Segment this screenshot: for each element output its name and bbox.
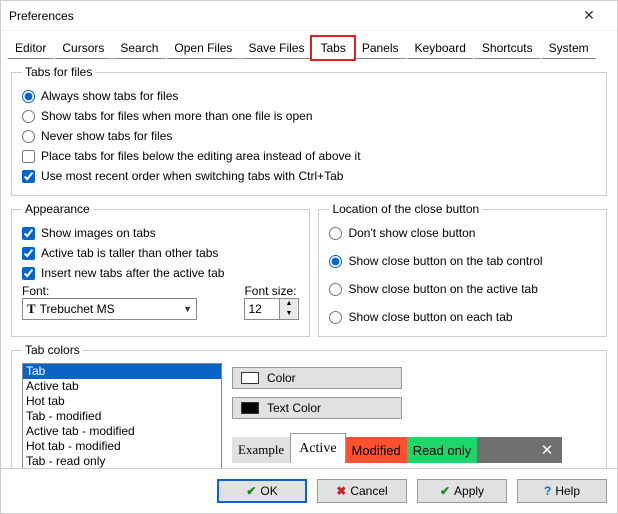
color-swatch <box>241 372 259 384</box>
radio-never-show[interactable]: Never show tabs for files <box>22 127 596 145</box>
close-icon[interactable]: ✕ <box>569 7 609 24</box>
tab-colors-group: Tab colors Tab Active tab Hot tab Tab - … <box>11 343 607 468</box>
check-active-taller[interactable]: Active tab is taller than other tabs <box>22 244 299 262</box>
tab-cursors[interactable]: Cursors <box>54 37 112 59</box>
radio-always-show[interactable]: Always show tabs for files <box>22 87 596 105</box>
font-size-spinner[interactable]: ▲▼ <box>244 298 299 320</box>
appearance-group: Appearance Show images on tabs Active ta… <box>11 202 310 337</box>
font-label: Font: <box>22 284 234 298</box>
button-bar: ✔OK ✖Cancel ✔Apply ?Help <box>1 468 617 513</box>
preferences-window: Preferences ✕ Editor Cursors Search Open… <box>0 0 618 514</box>
apply-button[interactable]: ✔Apply <box>417 479 507 503</box>
list-item[interactable]: Active tab - modified <box>23 424 221 439</box>
example-readonly-tab: Read only <box>407 437 478 463</box>
chevron-down-icon: ▼ <box>183 304 192 314</box>
list-item[interactable]: Tab - modified <box>23 409 221 424</box>
color-button-label: Color <box>267 371 296 385</box>
ok-button[interactable]: ✔OK <box>217 479 307 503</box>
list-item[interactable]: Active tab <box>23 379 221 394</box>
check-mru-order[interactable]: Use most recent order when switching tab… <box>22 167 596 185</box>
preference-tabs: Editor Cursors Search Open Files Save Fi… <box>1 31 617 59</box>
example-modified-tab: Modified <box>346 437 407 463</box>
radio-close-none[interactable]: Don't show close button <box>329 224 596 242</box>
font-icon: T <box>27 301 36 317</box>
list-item[interactable]: Hot tab <box>23 394 221 409</box>
check-icon: ✔ <box>246 484 256 498</box>
example-close-icon[interactable]: ✕ <box>534 437 560 463</box>
check-tabs-below[interactable]: Place tabs for files below the editing a… <box>22 147 596 165</box>
font-select[interactable]: T Trebuchet MS ▼ <box>22 298 197 320</box>
radio-close-tabcontrol[interactable]: Show close button on the tab control <box>329 252 596 270</box>
help-button[interactable]: ?Help <box>517 479 607 503</box>
text-color-swatch <box>241 402 259 414</box>
list-item[interactable]: Tab - read only <box>23 454 221 468</box>
x-icon: ✖ <box>336 484 346 498</box>
appearance-legend: Appearance <box>22 202 93 216</box>
check-show-images[interactable]: Show images on tabs <box>22 224 299 242</box>
titlebar: Preferences ✕ <box>1 1 617 31</box>
radio-close-active[interactable]: Show close button on the active tab <box>329 280 596 298</box>
tabs-for-files-legend: Tabs for files <box>22 65 95 79</box>
tab-panels[interactable]: Panels <box>354 37 407 59</box>
tab-open-files[interactable]: Open Files <box>166 37 240 59</box>
cancel-button[interactable]: ✖Cancel <box>317 479 407 503</box>
tab-search[interactable]: Search <box>112 37 166 59</box>
font-value: Trebuchet MS <box>40 302 115 316</box>
window-title: Preferences <box>9 9 569 23</box>
example-active-tab: Active <box>290 433 345 463</box>
tab-tabs[interactable]: Tabs <box>312 37 353 59</box>
list-item[interactable]: Hot tab - modified <box>23 439 221 454</box>
radio-close-each[interactable]: Show close button on each tab <box>329 308 596 326</box>
font-size-label: Font size: <box>244 284 299 298</box>
spin-down-icon[interactable]: ▼ <box>280 309 297 319</box>
tab-colors-legend: Tab colors <box>22 343 83 357</box>
list-item[interactable]: Tab <box>23 364 221 379</box>
example-tab: Example <box>232 437 290 463</box>
tab-keyboard[interactable]: Keyboard <box>407 37 474 59</box>
close-button-legend: Location of the close button <box>329 202 482 216</box>
tab-examples: Example Active Modified Read only ✕ <box>232 437 562 463</box>
text-color-button[interactable]: Text Color <box>232 397 402 419</box>
close-button-group: Location of the close button Don't show … <box>318 202 607 337</box>
tab-colors-list[interactable]: Tab Active tab Hot tab Tab - modified Ac… <box>22 363 222 468</box>
text-color-button-label: Text Color <box>267 401 321 415</box>
dialog-body: Tabs for files Always show tabs for file… <box>1 59 617 468</box>
tabs-for-files-group: Tabs for files Always show tabs for file… <box>11 65 607 196</box>
tab-shortcuts[interactable]: Shortcuts <box>474 37 541 59</box>
spin-up-icon[interactable]: ▲ <box>280 299 297 309</box>
font-size-input[interactable] <box>245 302 279 316</box>
check-insert-after-active[interactable]: Insert new tabs after the active tab <box>22 264 299 282</box>
radio-show-when-multiple[interactable]: Show tabs for files when more than one f… <box>22 107 596 125</box>
tab-editor[interactable]: Editor <box>7 37 54 59</box>
tab-system[interactable]: System <box>541 37 597 59</box>
check-icon: ✔ <box>440 484 450 498</box>
color-button[interactable]: Color <box>232 367 402 389</box>
tab-save-files[interactable]: Save Files <box>240 37 312 59</box>
help-icon: ? <box>544 484 551 498</box>
